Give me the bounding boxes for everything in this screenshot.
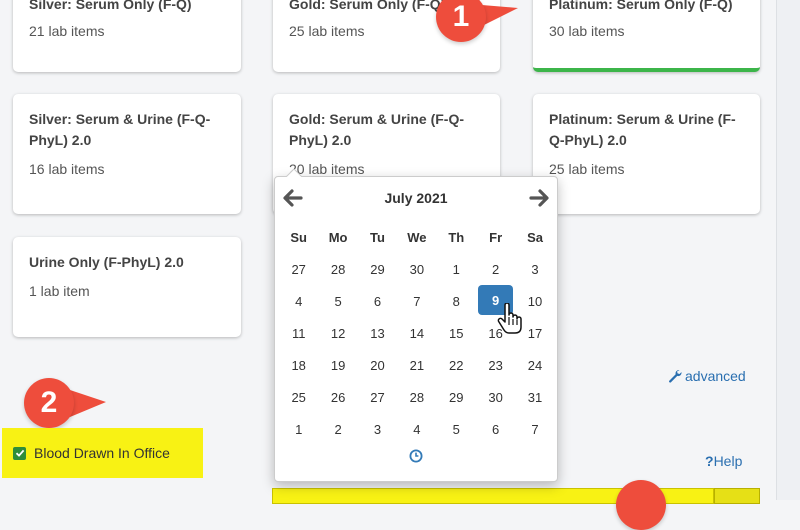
package-card-platinum-serum-urine[interactable]: Platinum: Serum & Urine (F- Q-PhyL) 2.0 … [533,94,760,214]
weekday-label: Sa [527,229,543,245]
calendar-day[interactable]: 11 [279,317,318,349]
package-card-count: 30 lab items [549,23,625,39]
package-card-title: Silver: Serum Only (F-Q) [29,0,192,12]
weekday-label: Th [448,229,465,245]
advanced-link[interactable]: advanced [668,368,746,384]
package-card-title: Urine Only (F-PhyL) 2.0 [29,254,184,270]
calendar-day[interactable]: 29 [437,381,476,413]
right-side-panel [776,0,800,500]
calendar-weeks: 27 28 29 30 1 2 3 4 5 6 7 8 9 10 11 12 13 14 15 16 17 18 19 20 2… [279,253,555,445]
calendar-day[interactable]: 27 [358,381,397,413]
package-card-title-line1: Silver: Serum & Urine (F-Q- [29,111,211,127]
calendar-day[interactable]: 13 [358,317,397,349]
weekday-label: We [407,229,427,245]
package-card-title-line1: Platinum: Serum & Urine (F- [549,111,736,127]
blood-drawn-checkbox[interactable] [13,446,26,460]
month-title[interactable]: July 2021 [384,190,447,206]
hand-cursor-icon [497,303,522,334]
calendar-day[interactable]: 19 [318,349,357,381]
package-card-title: Platinum: Serum Only (F-Q) [549,0,733,12]
calendar-day[interactable]: 30 [476,381,515,413]
package-card-title-line2: PhyL) 2.0 [29,132,92,148]
weekday-label: Su [290,229,307,245]
time-picker-toggle[interactable] [275,449,557,463]
calendar-week-row: 27 28 29 30 1 2 3 [279,253,555,285]
next-month-button[interactable] [523,185,557,211]
calendar-day[interactable]: 2 [476,253,515,285]
calendar-day[interactable]: 6 [358,285,397,317]
calendar-day[interactable]: 3 [358,413,397,445]
calendar-day[interactable]: 29 [358,253,397,285]
annotation-badge-1-number: 1 [452,0,470,33]
weekday-label: Tu [370,229,385,245]
calendar-day[interactable]: 30 [397,253,436,285]
calendar-toggle-button[interactable] [714,488,760,504]
calendar-day[interactable]: 4 [397,413,436,445]
calendar-day[interactable]: 7 [515,413,554,445]
advanced-label: advanced [685,368,746,384]
prev-month-button[interactable] [275,185,309,211]
calendar-day[interactable]: 26 [318,381,357,413]
package-card-title-line2: Q-PhyL) 2.0 [549,132,627,148]
calendar-week-row: 25 26 27 28 29 30 31 [279,381,555,413]
weekday-label: Fr [489,229,503,245]
checkmark-icon [15,449,24,457]
annotation-badge-2-number: 2 [40,386,58,419]
calendar-day[interactable]: 4 [279,285,318,317]
blood-drawn-field: Blood Drawn In Office [2,428,203,478]
package-card-platinum-serum-only[interactable]: Platinum: Serum Only (F-Q) 30 lab items [533,0,760,72]
weekday-label: Mo [328,229,348,245]
calendar-day[interactable]: 23 [476,349,515,381]
calendar-day[interactable]: 22 [437,349,476,381]
calendar-day[interactable]: 14 [397,317,436,349]
package-card-urine-only[interactable]: Urine Only (F-PhyL) 2.0 1 lab item [13,237,241,337]
calendar-day[interactable]: 2 [318,413,357,445]
package-card-silver-serum-urine[interactable]: Silver: Serum & Urine (F-Q- PhyL) 2.0 16… [13,94,241,214]
calendar-day[interactable]: 8 [437,285,476,317]
calendar-day[interactable]: 18 [279,349,318,381]
package-card-title-line2: PhyL) 2.0 [289,132,352,148]
calendar-week-row: 18 19 20 21 22 23 24 [279,349,555,381]
calendar-day[interactable]: 7 [397,285,436,317]
package-card-count: 25 lab items [549,161,625,177]
annotation-badge-3 [616,480,666,530]
annotation-badge-2: 2 [24,378,74,428]
calendar-day[interactable]: 28 [318,253,357,285]
calendar-day[interactable]: 5 [437,413,476,445]
package-card-count: 1 lab item [29,283,90,299]
calendar-week-row: 1234567 [279,413,555,445]
date-picker-popup: July 2021 Su Mo Tu We Th Fr Sa 27 28 29 30 1… [274,169,558,482]
package-card-count: 20 lab items [289,161,365,177]
wrench-icon [669,370,682,383]
calendar-day[interactable]: 1 [437,253,476,285]
package-card-title-line1: Gold: Serum & Urine (F-Q- [289,111,464,127]
calendar-day[interactable]: 24 [515,349,554,381]
help-icon: ? [705,453,714,469]
calendar-day[interactable]: 31 [515,381,554,413]
help-label: Help [713,453,743,469]
arrow-left-icon [283,189,303,207]
calendar-day[interactable]: 28 [397,381,436,413]
package-card-count: 21 lab items [29,23,105,39]
calendar-day[interactable]: 3 [515,253,554,285]
arrow-right-icon [529,189,549,207]
clock-icon [409,449,423,463]
blood-drawn-label[interactable]: Blood Drawn In Office [34,445,170,461]
package-card-silver-serum-only[interactable]: Silver: Serum Only (F-Q) 21 lab items [13,0,241,72]
help-link[interactable]: ?Help [705,453,742,469]
calendar-day[interactable]: 21 [397,349,436,381]
calendar-day[interactable]: 12 [318,317,357,349]
calendar-day[interactable]: 6 [476,413,515,445]
calendar-day[interactable]: 20 [358,349,397,381]
weekday-header-row: Su Mo Tu We Th Fr Sa [279,221,555,253]
date-picker-header: July 2021 [275,185,557,211]
calendar-day[interactable]: 5 [318,285,357,317]
calendar-day[interactable]: 27 [279,253,318,285]
calendar-day[interactable]: 25 [279,381,318,413]
date-picker-pointer [285,169,303,178]
calendar-day[interactable]: 1 [279,413,318,445]
package-card-count: 16 lab items [29,161,105,177]
calendar-day[interactable]: 15 [437,317,476,349]
